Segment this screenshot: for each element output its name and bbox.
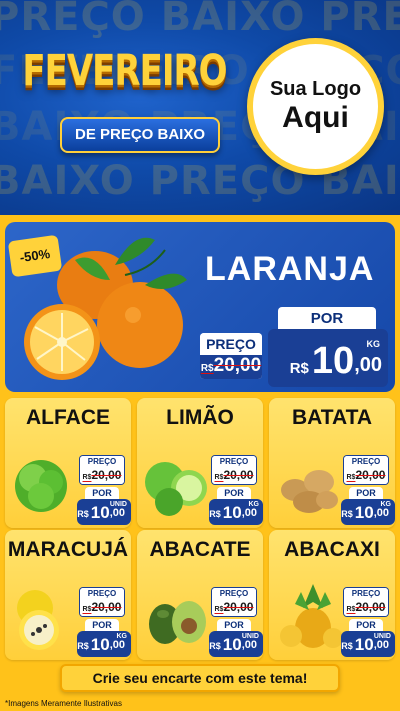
unit-label: KG [248, 501, 260, 508]
price-integer: 10 [222, 635, 242, 654]
potato-icon [281, 470, 338, 513]
logo-line-1: Sua Logo [269, 78, 362, 100]
old-price-box: PREÇO R$20,00 [200, 333, 262, 379]
old-price-label: PREÇO [212, 588, 256, 599]
currency-symbol: R$ [341, 509, 353, 519]
old-price-value: R$20,00 [344, 599, 388, 616]
pineapple-icon [280, 584, 343, 648]
price-integer: 10 [354, 635, 374, 654]
price-cents: ,00 [241, 639, 257, 651]
title-main: FEVEREIRO [22, 46, 227, 96]
price-integer: 10 [222, 503, 242, 522]
unit-label: UNID [373, 633, 391, 640]
price-integer: 10 [90, 635, 110, 654]
old-price-value: R$20,00 [212, 599, 256, 616]
currency-symbol: R$ [209, 509, 221, 519]
cta-button[interactable]: Crie seu encarte com este tema! [60, 664, 340, 692]
discount-badge: -50% [7, 234, 63, 278]
old-price-label: PREÇO [200, 333, 262, 355]
old-price-label: PREÇO [344, 588, 388, 599]
product-name: ALFACE [26, 406, 110, 429]
old-price-value: R$20,00 [80, 467, 124, 484]
logo-line-2: Aqui [282, 101, 349, 134]
product-card[interactable]: LIMÃO PREÇO R$20,00 POR R$ 10 ,00 KG [137, 398, 263, 528]
logo-placeholder[interactable]: Sua Logo Aqui [247, 38, 384, 175]
product-name: ABACATE [149, 538, 251, 561]
old-price-value: R$20,00 [344, 467, 388, 484]
featured-product-name: LARANJA [205, 250, 375, 288]
old-price-label: PREÇO [80, 456, 124, 467]
new-price-box: R$ 10 ,00 UNID [209, 631, 263, 657]
price-cents: ,00 [109, 639, 125, 651]
product-card[interactable]: ALFACE PREÇO R$20,00 POR R$ 10 ,00 UNID [5, 398, 131, 528]
old-price-value: R$20,00 [80, 599, 124, 616]
price-cents: ,00 [354, 354, 382, 376]
currency-symbol: R$ [341, 641, 353, 651]
unit-label: KG [366, 339, 381, 349]
product-name: BATATA [291, 406, 373, 429]
old-price-label: PREÇO [80, 588, 124, 599]
currency-symbol: R$ [289, 360, 309, 377]
avocado-icon [149, 601, 206, 644]
price-integer: 10 [90, 503, 110, 522]
price-integer: 10 [354, 503, 374, 522]
new-price-box: R$ 10 ,00 KG [268, 329, 388, 387]
old-price-label: PREÇO [212, 456, 256, 467]
old-price-box: PREÇO R$20,00 [80, 588, 124, 616]
old-price-label: PREÇO [344, 456, 388, 467]
passion-fruit-icon [17, 590, 59, 650]
product-name: LIMÃO [166, 406, 234, 429]
lime-icon [145, 462, 207, 516]
currency-symbol: R$ [209, 641, 221, 651]
product-card[interactable]: BATATA PREÇO R$20,00 POR R$ 10 ,00 KG [269, 398, 395, 528]
unit-label: KG [116, 633, 128, 640]
unit-label: UNID [241, 633, 259, 640]
campaign-title: FEVEREIRO DE PREÇO BAIXO [12, 45, 237, 163]
background-text: PREÇO BAIXO PREÇO [0, 0, 400, 40]
unit-label: KG [380, 501, 392, 508]
price-cents: ,00 [109, 507, 125, 519]
old-price-box: PREÇO R$20,00 [344, 588, 388, 616]
old-price-box: PREÇO R$20,00 [212, 456, 256, 484]
new-price-box: R$ 10 ,00 UNID [77, 499, 131, 525]
header-banner: PREÇO BAIXO PREÇO FEVEREIRO PREÇO BAIXO … [0, 0, 400, 215]
product-card[interactable]: ABACATE PREÇO R$20,00 POR R$ 10 ,00 UNID [137, 530, 263, 660]
old-price-box: PREÇO R$20,00 [80, 456, 124, 484]
product-card[interactable]: ABACAXI PREÇO R$20,00 POR R$ 10 ,00 UNID [269, 530, 395, 660]
product-card[interactable]: MARACUJÁ PREÇO R$20,00 POR R$ 10 ,00 KG [5, 530, 131, 660]
new-price-box: R$ 10 ,00 KG [77, 631, 131, 657]
old-price-box: PREÇO R$20,00 [212, 588, 256, 616]
new-price-box: R$ 10 ,00 KG [209, 499, 263, 525]
old-price-value: R$20,00 [212, 467, 256, 484]
lettuce-icon [15, 460, 67, 512]
currency-symbol: R$ [77, 509, 89, 519]
product-name: ABACAXI [284, 538, 380, 561]
price-integer: 10 [311, 340, 355, 382]
price-cents: ,00 [373, 507, 389, 519]
currency-symbol: R$ [77, 641, 89, 651]
price-cents: ,00 [373, 639, 389, 651]
title-subtitle: DE PREÇO BAIXO [60, 117, 220, 153]
disclaimer-text: *Imagens Meramente Ilustrativas [5, 699, 122, 708]
new-price-box: R$ 10 ,00 KG [341, 499, 395, 525]
new-price-box: R$ 10 ,00 UNID [341, 631, 395, 657]
price-cents: ,00 [241, 507, 257, 519]
product-name: MARACUJÁ [7, 538, 129, 561]
new-price-label: POR [278, 307, 376, 331]
old-price-box: PREÇO R$20,00 [344, 456, 388, 484]
old-price-value: R$20,00 [200, 355, 262, 379]
unit-label: UNID [109, 501, 127, 508]
